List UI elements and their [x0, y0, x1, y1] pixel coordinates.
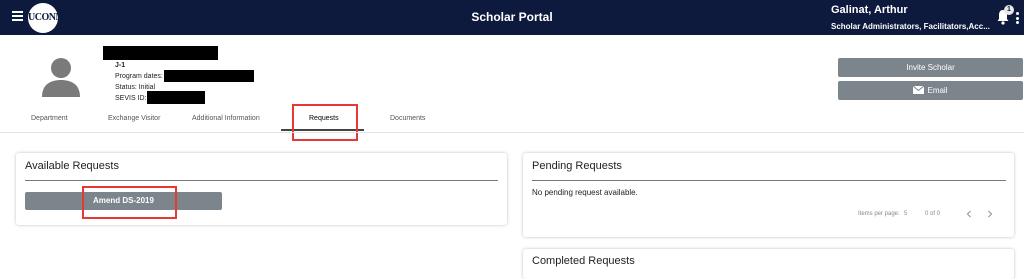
user-name[interactable]: Galinat, Arthur — [831, 4, 908, 16]
invite-scholar-button[interactable]: Invite Scholar — [838, 58, 1023, 77]
status-label: Status: Initial — [115, 84, 156, 91]
tab-additional-information[interactable]: Additional Information — [192, 115, 260, 122]
available-requests-title: Available Requests — [25, 160, 119, 172]
pagination-range: 0 of 0 — [925, 211, 941, 217]
pending-requests-title: Pending Requests — [532, 160, 622, 172]
tab-documents[interactable]: Documents — [390, 115, 425, 122]
previous-page-icon[interactable] — [964, 209, 974, 219]
hamburger-menu-icon[interactable] — [12, 11, 23, 21]
email-button-label: Email — [927, 86, 948, 95]
top-app-bar: UCONN Scholar Portal Galinat, Arthur Sch… — [0, 0, 1024, 35]
email-button[interactable]: Email — [838, 81, 1023, 100]
redacted-name — [103, 46, 218, 60]
items-per-page-label: Items per page: — [858, 211, 900, 217]
tab-department[interactable]: Department — [31, 115, 68, 122]
user-roles: Scholar Administrators, Facilitators,Acc… — [831, 22, 990, 31]
pending-requests-divider — [532, 180, 1006, 181]
items-per-page-select[interactable]: 5 — [904, 211, 907, 217]
requests-tab-highlight — [292, 104, 358, 141]
notification-badge: 1 — [1004, 5, 1014, 15]
tabs-divider — [0, 132, 1024, 133]
more-vert-icon[interactable] — [1016, 12, 1019, 24]
pending-empty-message: No pending request available. — [532, 188, 638, 197]
uconn-logo[interactable]: UCONN — [28, 3, 63, 33]
completed-requests-title: Completed Requests — [532, 255, 635, 267]
mail-icon — [913, 86, 925, 94]
redacted-program-dates — [164, 70, 254, 82]
avatar-icon — [42, 58, 80, 97]
amend-button-highlight — [82, 186, 177, 219]
available-requests-divider — [25, 180, 498, 181]
redacted-sevis-id — [147, 91, 205, 104]
visa-type: J-1 — [115, 62, 126, 69]
next-page-icon[interactable] — [985, 209, 995, 219]
tab-exchange-visitor[interactable]: Exchange Visitor — [108, 115, 160, 122]
program-dates-label: Program dates: — [115, 73, 163, 80]
